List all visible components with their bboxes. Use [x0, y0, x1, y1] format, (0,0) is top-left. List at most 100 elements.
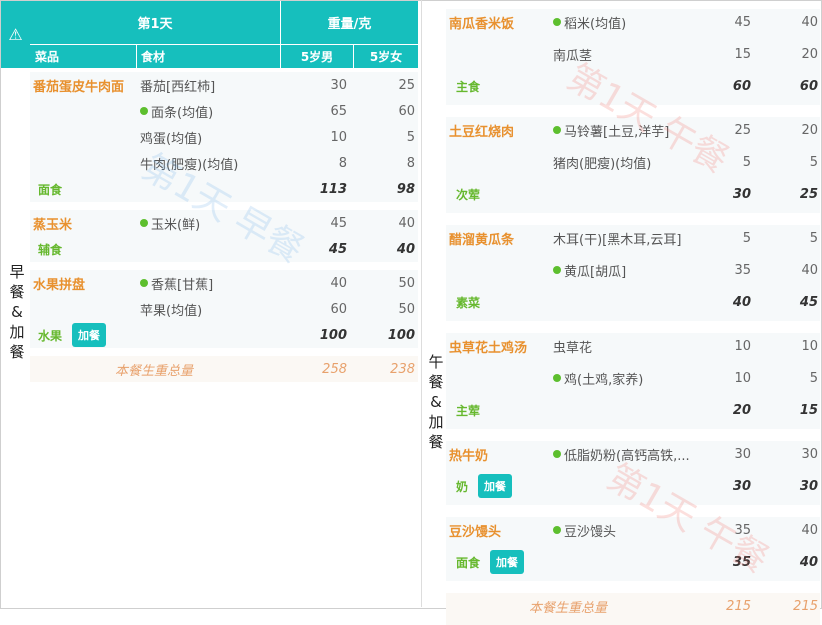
- ingredient-row: 黄瓜[胡瓜]: [553, 257, 626, 283]
- girl-weight: 25: [398, 77, 415, 93]
- category-row: 主荤: [456, 397, 480, 423]
- girl-weight: 60: [398, 103, 415, 119]
- warning-icon[interactable]: ⚠: [1, 1, 30, 68]
- ingredient-row: 面条(均值): [140, 98, 213, 124]
- ingredient-name: 鸡(土鸡,家养): [564, 372, 644, 388]
- boy-weight: 10: [734, 338, 751, 354]
- weight-header: 重量/克: [280, 1, 418, 44]
- boy-weight: 45: [330, 215, 347, 231]
- boy-weight: 8: [338, 155, 347, 171]
- dish-name[interactable]: 番茄蛋皮牛肉面: [33, 72, 124, 98]
- ingredient-row: 苹果(均值): [140, 296, 202, 322]
- ingredient-name: 苹果(均值): [140, 303, 203, 319]
- girl-total: 25: [799, 186, 818, 202]
- girl-weight: 40: [801, 522, 818, 538]
- ingredient-name: 猪肉(肥瘦)(均值): [553, 156, 652, 172]
- girl-total: 45: [799, 294, 818, 310]
- ingredient-row: 马铃薯[土豆,洋芋]: [553, 117, 669, 143]
- girl-weight: 30: [801, 446, 818, 462]
- ingredient-row: 玉米(鲜): [140, 210, 200, 236]
- boy-weight: 10: [734, 370, 751, 386]
- dish-name[interactable]: 热牛奶: [449, 441, 488, 467]
- dish-name[interactable]: 虫草花土鸡汤: [449, 333, 527, 359]
- ingredient-name: 低脂奶粉(高钙高铁,...: [564, 448, 690, 464]
- girl-weight: 50: [398, 301, 415, 317]
- ingredient-name: 香蕉[甘蕉]: [151, 277, 214, 293]
- ingredient-name: 牛肉(肥瘦)(均值): [140, 157, 239, 173]
- girl-total: 40: [799, 554, 818, 570]
- boy-total: 113: [319, 181, 347, 197]
- main-ingredient-dot-icon: [553, 18, 561, 26]
- ingredient-row: 虫草花: [553, 333, 592, 359]
- category-row: 素菜: [456, 289, 480, 315]
- category-label: 面食: [38, 182, 63, 197]
- category-label: 辅食: [38, 242, 63, 257]
- ingredient-name: 木耳(干)[黑木耳,云耳]: [553, 232, 682, 248]
- category-row: 面食 加餐: [456, 549, 525, 575]
- category-label: 水果: [38, 328, 63, 343]
- boy-weight: 30: [330, 77, 347, 93]
- category-row: 次荤: [456, 181, 480, 207]
- boy-total: 30: [732, 186, 751, 202]
- dish-name[interactable]: 土豆红烧肉: [449, 117, 514, 143]
- girl-weight: 20: [801, 122, 818, 138]
- ingredient-name: 稻米(均值): [564, 16, 627, 32]
- girl-total: 15: [799, 402, 818, 418]
- ingredient-name: 番茄[西红柿]: [140, 79, 216, 95]
- ingredient-row: 番茄[西红柿]: [140, 72, 215, 98]
- extra-meal-badge[interactable]: 加餐: [72, 323, 107, 347]
- ingredient-row: 鸡(土鸡,家养): [553, 365, 643, 391]
- boy-weight: 40: [330, 275, 347, 291]
- meal-sum-label: 本餐生重总量: [529, 600, 608, 616]
- sum-row-background: [30, 356, 418, 382]
- day-header: 第1天: [137, 17, 173, 32]
- girl-weight: 5: [809, 230, 818, 246]
- boy-weight: 35: [734, 262, 751, 278]
- boy-weight: 5: [742, 230, 751, 246]
- girl-weight: 5: [406, 129, 415, 145]
- col-dish: 菜品: [35, 50, 60, 64]
- table-header-columns: 菜品 食材 5岁男 5岁女: [30, 45, 418, 68]
- category-label: 素菜: [456, 295, 481, 310]
- dish-name[interactable]: 南瓜香米饭: [449, 9, 514, 35]
- ingredient-row: 木耳(干)[黑木耳,云耳]: [553, 225, 681, 251]
- meal-sum-label: 本餐生重总量: [115, 363, 194, 379]
- boy-weight: 15: [734, 46, 751, 62]
- category-label: 次荤: [456, 187, 481, 202]
- lunch-panel: 南瓜香米饭 稻米(均值) 45 40 南瓜茎 15 20 主食 60 60 土豆红烧肉 马铃薯[土豆,…: [421, 0, 821, 625]
- category-label: 主食: [456, 79, 481, 94]
- category-label: 奶: [456, 479, 469, 494]
- col-ingredient: 食材: [136, 45, 280, 68]
- ingredient-name: 玉米(鲜): [151, 217, 201, 233]
- boy-weight: 60: [330, 301, 347, 317]
- ingredient-name: 虫草花: [553, 340, 593, 356]
- main-ingredient-dot-icon: [553, 526, 561, 534]
- girl-weight: 50: [398, 275, 415, 291]
- main-ingredient-dot-icon: [140, 279, 148, 287]
- ingredient-row: 鸡蛋(均值): [140, 124, 202, 150]
- boy-total: 30: [732, 478, 751, 494]
- boy-weight: 30: [734, 446, 751, 462]
- dish-name[interactable]: 水果拼盘: [33, 270, 85, 296]
- extra-meal-badge[interactable]: 加餐: [490, 550, 525, 574]
- boy-weight: 10: [330, 129, 347, 145]
- boy-total: 35: [732, 554, 751, 570]
- extra-meal-badge[interactable]: 加餐: [478, 474, 513, 498]
- ingredient-row: 香蕉[甘蕉]: [140, 270, 213, 296]
- meal-sum-boy: 215: [726, 598, 751, 614]
- main-ingredient-dot-icon: [140, 107, 148, 115]
- boy-total: 40: [732, 294, 751, 310]
- boy-weight: 5: [742, 154, 751, 170]
- meal-sum-girl: 215: [793, 598, 818, 614]
- group-background: [30, 210, 418, 262]
- category-label: 面食: [456, 555, 481, 570]
- ingredient-row: 牛肉(肥瘦)(均值): [140, 150, 238, 176]
- dish-name[interactable]: 醋溜黄瓜条: [449, 225, 514, 251]
- dish-name[interactable]: 蒸玉米: [33, 210, 72, 236]
- girl-total: 98: [396, 181, 415, 197]
- girl-weight: 5: [809, 370, 818, 386]
- category-row: 主食: [456, 73, 480, 99]
- dish-name[interactable]: 豆沙馒头: [449, 517, 501, 543]
- ingredient-row: 南瓜茎: [553, 41, 592, 67]
- girl-total: 30: [799, 478, 818, 494]
